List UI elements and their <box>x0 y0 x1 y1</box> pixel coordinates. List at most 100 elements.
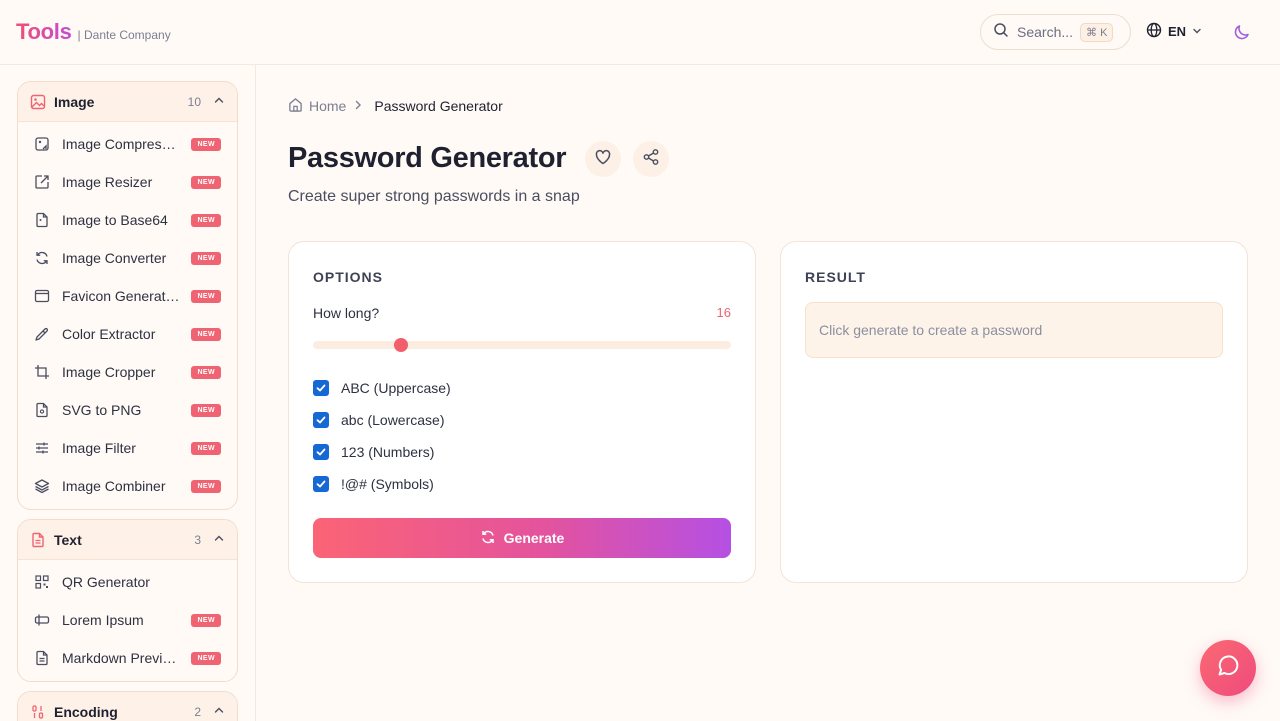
sidebar-item-image-compressor[interactable]: Image Compres… NEW <box>18 125 237 163</box>
options-title: OPTIONS <box>313 269 384 285</box>
new-badge: NEW <box>191 479 221 493</box>
password-output[interactable]: Click generate to create a password <box>805 302 1223 358</box>
sidebar-item-svg-to-png[interactable]: SVG to PNG NEW <box>18 391 237 429</box>
home-icon[interactable] <box>288 97 303 115</box>
qr-code-icon <box>34 574 50 590</box>
language-code: EN <box>1168 24 1187 39</box>
sidebar-item-qr-generator[interactable]: QR Generator <box>18 563 237 601</box>
heart-icon <box>594 148 612 171</box>
favorite-button[interactable] <box>585 141 621 177</box>
file-text-icon <box>34 650 50 666</box>
document-icon <box>30 532 46 548</box>
sidebar-item-image-resizer[interactable]: Image Resizer NEW <box>18 163 237 201</box>
sidebar-item-lorem-ipsum[interactable]: Lorem Ipsum NEW <box>18 601 237 639</box>
theme-toggle[interactable] <box>1232 22 1252 47</box>
sidebar-group-count: 2 <box>194 704 201 719</box>
options-card: OPTIONS How long? 16 ABC (Uppercase) abc… <box>288 241 756 583</box>
image-icon <box>30 94 46 110</box>
result-title: RESULT <box>805 269 866 285</box>
chevron-up-icon[interactable] <box>213 531 225 549</box>
moon-icon <box>1232 25 1252 46</box>
length-slider[interactable] <box>313 338 731 352</box>
pipette-icon <box>34 326 50 342</box>
sidebar-item-label: Image Compres… <box>62 136 176 152</box>
sidebar-group-header-text[interactable]: Text 3 <box>18 520 237 560</box>
brand-company: | Dante Company <box>77 28 171 42</box>
chevron-down-icon <box>1192 24 1202 39</box>
sidebar-item-label: Image Converter <box>62 250 167 266</box>
browser-window-icon <box>34 288 50 304</box>
sidebar-item-color-extractor[interactable]: Color Extractor NEW <box>18 315 237 353</box>
sidebar-group-title: Image <box>54 93 95 110</box>
uppercase-checkbox[interactable] <box>313 380 329 396</box>
crop-icon <box>34 364 50 380</box>
sidebar-item-favicon-generator[interactable]: Favicon Generat… NEW <box>18 277 237 315</box>
sidebar-item-image-to-base64[interactable]: Image to Base64 NEW <box>18 201 237 239</box>
lowercase-checkbox[interactable] <box>313 412 329 428</box>
brand-logo[interactable]: Tools <box>16 19 72 45</box>
language-selector[interactable]: EN <box>1146 22 1202 41</box>
sidebar-group-text: Text 3 QR Generator Lorem Ipsum NEW Mark… <box>17 519 238 682</box>
sidebar-item-image-combiner[interactable]: Image Combiner NEW <box>18 467 237 505</box>
new-badge: NEW <box>191 613 221 627</box>
breadcrumb-current: Password Generator <box>374 98 503 114</box>
share-icon <box>642 148 660 171</box>
sidebar-item-label: Image to Base64 <box>62 212 168 228</box>
file-image-icon <box>34 212 50 228</box>
new-badge: NEW <box>191 213 221 227</box>
sidebar-item-label: Lorem Ipsum <box>62 612 144 628</box>
sidebar-group-count: 3 <box>194 532 201 547</box>
chevron-up-icon[interactable] <box>213 93 225 111</box>
globe-icon <box>1146 22 1162 41</box>
symbols-label: !@# (Symbols) <box>341 476 434 492</box>
option-symbols[interactable]: !@# (Symbols) <box>313 476 434 492</box>
sidebar-group-image: Image 10 Image Compres… NEW Image Resize… <box>17 81 238 510</box>
sidebar-item-label: SVG to PNG <box>62 402 142 418</box>
generate-button[interactable]: Generate <box>313 518 731 558</box>
sidebar-item-markdown-preview[interactable]: Markdown Previ… NEW <box>18 639 237 677</box>
sidebar-item-image-filter[interactable]: Image Filter NEW <box>18 429 237 467</box>
new-badge: NEW <box>191 175 221 189</box>
chevron-up-icon[interactable] <box>213 703 225 721</box>
option-lowercase[interactable]: abc (Lowercase) <box>313 412 445 428</box>
breadcrumb-home-link[interactable]: Home <box>309 98 346 114</box>
symbols-checkbox[interactable] <box>313 476 329 492</box>
length-slider-thumb[interactable] <box>393 338 408 352</box>
new-badge: NEW <box>191 289 221 303</box>
new-badge: NEW <box>191 365 221 379</box>
file-icon <box>34 402 50 418</box>
uppercase-label: ABC (Uppercase) <box>341 380 451 396</box>
share-button[interactable] <box>633 141 669 177</box>
option-uppercase[interactable]: ABC (Uppercase) <box>313 380 451 396</box>
sidebar-item-label: Image Combiner <box>62 478 166 494</box>
new-badge: NEW <box>191 251 221 265</box>
new-badge: NEW <box>191 441 221 455</box>
new-badge: NEW <box>191 137 221 151</box>
new-badge: NEW <box>191 327 221 341</box>
sidebar-group-encoding: Encoding 2 <box>17 691 238 721</box>
search-box[interactable]: Search... ⌘ K <box>980 14 1131 50</box>
sidebar-item-label: Image Filter <box>62 440 136 456</box>
page-title: Password Generator <box>288 142 567 174</box>
new-badge: NEW <box>191 651 221 665</box>
chat-button[interactable] <box>1200 640 1256 696</box>
sidebar-item-image-converter[interactable]: Image Converter NEW <box>18 239 237 277</box>
search-icon <box>993 22 1009 43</box>
sidebar: Image 10 Image Compres… NEW Image Resize… <box>0 65 256 721</box>
sliders-icon <box>34 440 50 456</box>
sidebar-group-count: 10 <box>187 94 201 109</box>
sidebar-item-image-cropper[interactable]: Image Cropper NEW <box>18 353 237 391</box>
sidebar-group-title: Text <box>54 531 82 548</box>
refresh-icon <box>480 529 496 548</box>
option-numbers[interactable]: 123 (Numbers) <box>313 444 434 460</box>
chevron-right-icon <box>352 98 364 114</box>
brand[interactable]: Tools | Dante Company <box>16 19 171 45</box>
image-compress-icon <box>34 136 50 152</box>
sidebar-group-header-image[interactable]: Image 10 <box>18 82 237 122</box>
sidebar-item-label: Image Resizer <box>62 174 153 190</box>
top-header: Tools | Dante Company Search... ⌘ K EN <box>0 0 1280 65</box>
chat-bubble-icon <box>1215 653 1241 684</box>
search-placeholder[interactable]: Search... <box>1017 24 1073 40</box>
numbers-checkbox[interactable] <box>313 444 329 460</box>
sidebar-group-header-encoding[interactable]: Encoding 2 <box>18 692 237 721</box>
